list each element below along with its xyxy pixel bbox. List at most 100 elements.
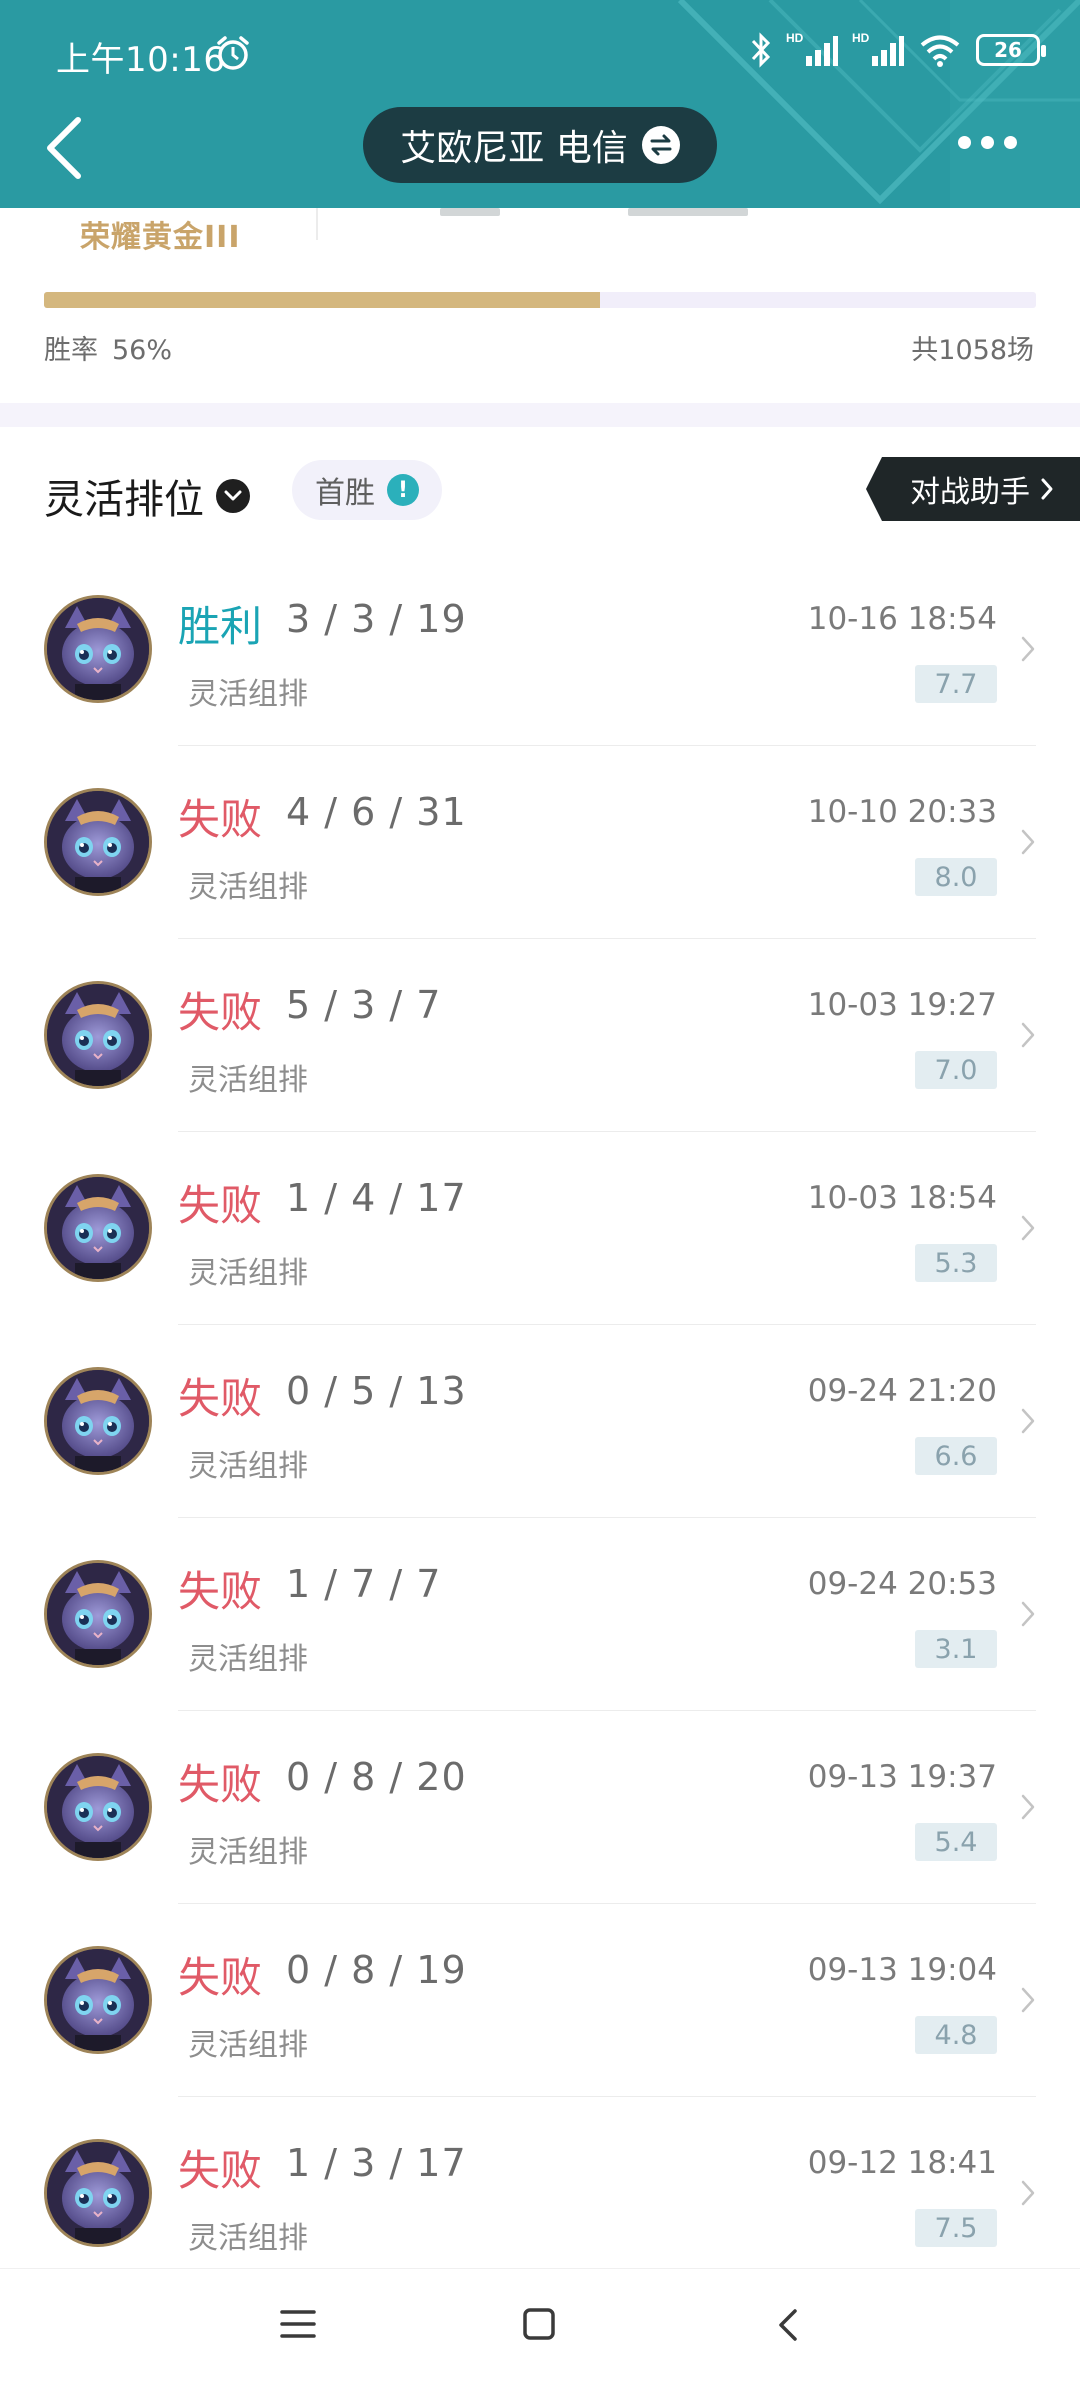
match-result: 失败 xyxy=(178,1760,263,1809)
champion-avatar xyxy=(44,1367,152,1475)
chevron-right-icon xyxy=(1021,2180,1035,2206)
chevron-right-icon xyxy=(1021,1987,1035,2013)
battery-level: 26 xyxy=(994,38,1022,62)
total-games: 共1058场 xyxy=(911,335,1034,366)
match-row[interactable]: 失败 0 / 8 / 20 灵活组排 09-13 19:37 5.4 xyxy=(0,1711,1080,1904)
rank-summary: 荣耀黄金III 胜率 56% 共1058场 xyxy=(0,208,1080,403)
match-time: 10-03 19:27 xyxy=(807,987,997,1023)
bluetooth-icon xyxy=(751,32,771,68)
chevron-right-icon xyxy=(1021,829,1035,855)
match-score-badge: 8.0 xyxy=(915,858,997,896)
match-row[interactable]: 失败 0 / 5 / 13 灵活组排 09-24 21:20 6.6 xyxy=(0,1325,1080,1518)
wifi-icon xyxy=(920,35,960,67)
scrolled-text-fragment xyxy=(628,208,748,216)
match-time: 09-13 19:37 xyxy=(807,1759,997,1795)
match-time: 09-24 20:53 xyxy=(807,1566,997,1602)
match-mode: 灵活组排 xyxy=(188,1642,308,1677)
back-chevron-icon[interactable] xyxy=(40,112,90,182)
match-mode: 灵活组排 xyxy=(188,1449,308,1484)
match-kda: 1 / 7 / 7 xyxy=(286,1562,442,1606)
queue-type-label: 灵活排位 xyxy=(44,477,204,523)
home-square-icon[interactable] xyxy=(522,2307,556,2341)
match-kda: 1 / 3 / 17 xyxy=(286,2141,467,2185)
match-time: 09-24 21:20 xyxy=(807,1373,997,1409)
match-row[interactable]: 失败 5 / 3 / 7 灵活组排 10-03 19:27 7.0 xyxy=(0,939,1080,1132)
match-time: 09-13 19:04 xyxy=(807,1952,997,1988)
win-rate-bar-fill xyxy=(44,292,600,308)
match-row[interactable]: 失败 1 / 7 / 7 灵活组排 09-24 20:53 3.1 xyxy=(0,1518,1080,1711)
match-time: 10-16 18:54 xyxy=(807,601,997,637)
match-result: 失败 xyxy=(178,1953,263,2002)
status-time: 上午10:16 xyxy=(56,40,226,80)
app-header: 上午10:16 HD HD 26 艾欧尼亚 电信 xyxy=(0,0,1080,208)
swap-icon xyxy=(641,126,680,164)
match-mode: 灵活组排 xyxy=(188,677,308,712)
chevron-right-icon xyxy=(1021,1601,1035,1627)
chevron-right-icon xyxy=(1021,636,1035,662)
status-bar: 上午10:16 HD HD 26 xyxy=(0,0,1080,110)
match-kda: 4 / 6 / 31 xyxy=(286,790,467,834)
win-rate-value: 56% xyxy=(112,335,173,366)
champion-avatar xyxy=(44,1174,152,1282)
match-row[interactable]: 胜利 3 / 3 / 19 灵活组排 10-16 18:54 7.7 xyxy=(0,553,1080,746)
section-separator xyxy=(0,403,1080,427)
svg-text:HD: HD xyxy=(786,31,804,45)
chevron-down-icon xyxy=(216,479,250,513)
battery-indicator: 26 xyxy=(976,34,1046,66)
menu-icon[interactable] xyxy=(280,2307,316,2341)
summary-divider xyxy=(316,208,318,240)
champion-avatar xyxy=(44,788,152,896)
server-switch-button[interactable]: 艾欧尼亚 电信 xyxy=(363,107,717,183)
match-result: 失败 xyxy=(178,1567,263,1616)
match-score-badge: 6.6 xyxy=(915,1437,997,1475)
match-kda: 1 / 4 / 17 xyxy=(286,1176,467,1220)
champion-avatar xyxy=(44,2139,152,2247)
match-time: 10-03 18:54 xyxy=(807,1180,997,1216)
match-mode: 灵活组排 xyxy=(188,1063,308,1098)
win-rate-label: 胜率 xyxy=(44,335,98,366)
match-row[interactable]: 失败 1 / 3 / 17 灵活组排 09-12 18:41 7.5 xyxy=(0,2097,1080,2290)
match-score-badge: 5.3 xyxy=(915,1244,997,1282)
scrolled-text-fragment xyxy=(440,208,500,216)
alarm-icon xyxy=(217,36,249,70)
status-icons: HD HD 26 xyxy=(750,30,1046,70)
champion-avatar xyxy=(44,1753,152,1861)
first-win-label: 首胜 xyxy=(315,476,375,511)
signal-icon-2: HD xyxy=(852,31,904,66)
match-row[interactable]: 失败 4 / 6 / 31 灵活组排 10-10 20:33 8.0 xyxy=(0,746,1080,939)
match-kda: 3 / 3 / 19 xyxy=(286,597,467,641)
battle-assistant-button[interactable]: 对战助手 xyxy=(866,457,1080,521)
match-score-badge: 7.0 xyxy=(915,1051,997,1089)
more-dots-icon[interactable] xyxy=(958,136,1017,149)
queue-type-dropdown[interactable]: 灵活排位 xyxy=(44,467,250,525)
match-score-badge: 4.8 xyxy=(915,2016,997,2054)
win-rate-bar xyxy=(44,292,1036,308)
match-result: 失败 xyxy=(178,795,263,844)
match-kda: 0 / 8 / 20 xyxy=(286,1755,467,1799)
champion-avatar xyxy=(44,595,152,703)
match-mode: 灵活组排 xyxy=(188,1256,308,1291)
system-navigation-bar xyxy=(0,2268,1080,2400)
match-result: 失败 xyxy=(178,2146,263,2195)
match-history-list: 胜利 3 / 3 / 19 灵活组排 10-16 18:54 7.7 失败 4 … xyxy=(0,553,1080,2290)
chevron-right-icon xyxy=(1021,1215,1035,1241)
match-score-badge: 7.5 xyxy=(915,2209,997,2247)
server-name: 艾欧尼亚 电信 xyxy=(400,128,628,169)
chevron-right-icon xyxy=(1021,1794,1035,1820)
match-kda: 0 / 8 / 19 xyxy=(286,1948,467,1992)
match-result: 失败 xyxy=(178,988,263,1037)
match-row[interactable]: 失败 0 / 8 / 19 灵活组排 09-13 19:04 4.8 xyxy=(0,1904,1080,2097)
match-mode: 灵活组排 xyxy=(188,870,308,905)
first-win-chip[interactable]: 首胜 ! xyxy=(292,460,442,520)
signal-icon: HD xyxy=(786,31,838,66)
match-row[interactable]: 失败 1 / 4 / 17 灵活组排 10-03 18:54 5.3 xyxy=(0,1132,1080,1325)
back-triangle-icon[interactable] xyxy=(776,2307,800,2343)
champion-avatar xyxy=(44,981,152,1089)
champion-avatar xyxy=(44,1946,152,2054)
chevron-right-icon xyxy=(1021,1022,1035,1048)
match-time: 09-12 18:41 xyxy=(807,2145,997,2181)
match-kda: 5 / 3 / 7 xyxy=(286,983,442,1027)
match-time: 10-10 20:33 xyxy=(807,794,997,830)
svg-text:HD: HD xyxy=(852,31,870,45)
match-mode: 灵活组排 xyxy=(188,1835,308,1870)
